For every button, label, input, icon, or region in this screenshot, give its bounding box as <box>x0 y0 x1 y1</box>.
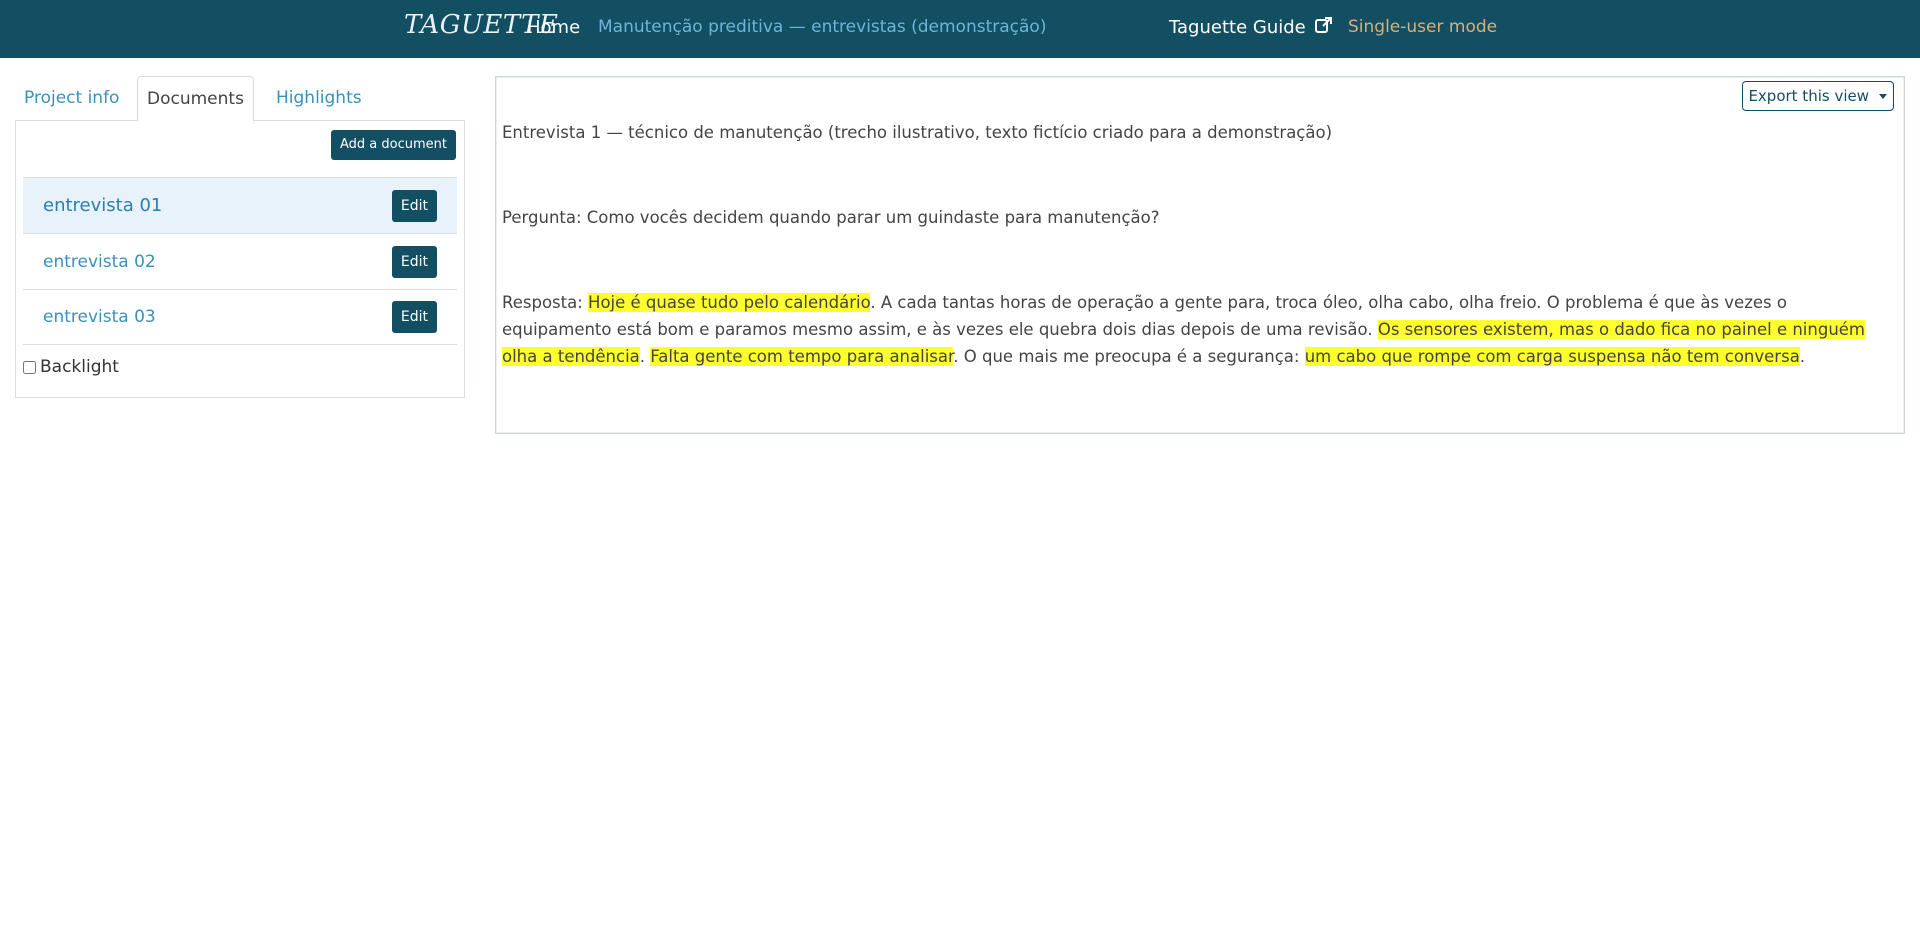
document-paragraph: Resposta: Hoje é quase tudo pelo calendá… <box>502 289 1896 370</box>
highlight[interactable]: um cabo que rompe com carga suspensa não… <box>1304 347 1800 366</box>
tab-highlights[interactable]: Highlights <box>267 76 371 121</box>
backlight-checkbox[interactable] <box>23 360 36 374</box>
export-view-label: Export this view <box>1748 87 1869 105</box>
single-user-mode-label: Single-user mode <box>1348 17 1498 37</box>
highlight[interactable]: Hoje é quase tudo pelo calendário <box>588 293 871 312</box>
text-segment: . <box>639 347 651 366</box>
list-item[interactable]: entrevista 03 Edit <box>23 289 457 345</box>
tab-project-info[interactable]: Project info <box>15 76 128 121</box>
nav-guide-link[interactable]: Taguette Guide <box>1169 17 1333 38</box>
text-segment: . <box>1799 347 1806 366</box>
nav-home-link[interactable]: Home <box>527 17 580 38</box>
text-segment: . O que mais me preocupa é a segurança: <box>953 347 1305 366</box>
document-content[interactable]: Entrevista 1 — técnico de manutenção (tr… <box>502 119 1896 370</box>
edit-document-button[interactable]: Edit <box>391 189 437 222</box>
top-navbar: TAGUETTE Home Manutenção preditiva — ent… <box>0 0 1920 58</box>
document-paragraph: Pergunta: Como vocês decidem quando para… <box>502 208 1160 227</box>
list-item[interactable]: entrevista 01 Edit <box>23 177 457 233</box>
backlight-label: Backlight <box>40 357 119 377</box>
document-name[interactable]: entrevista 02 <box>43 252 156 272</box>
highlight[interactable]: Falta gente com tempo para analisar <box>650 347 954 366</box>
edit-document-button[interactable]: Edit <box>391 245 437 278</box>
document-list: entrevista 01 Edit entrevista 02 Edit en… <box>23 177 457 345</box>
list-item[interactable]: entrevista 02 Edit <box>23 233 457 289</box>
document-view: Export this view Entrevista 1 — técnico … <box>495 76 1905 434</box>
tab-documents[interactable]: Documents <box>137 76 254 122</box>
document-name[interactable]: entrevista 03 <box>43 307 156 327</box>
nav-project-link[interactable]: Manutenção preditiva — entrevistas (demo… <box>598 17 1046 37</box>
caret-down-icon <box>1879 94 1887 99</box>
document-name[interactable]: entrevista 01 <box>43 195 162 216</box>
backlight-toggle[interactable]: Backlight <box>23 357 119 377</box>
document-paragraph: Entrevista 1 — técnico de manutenção (tr… <box>502 123 1333 142</box>
text-segment: Resposta: <box>502 293 589 312</box>
documents-panel: Add a document entrevista 01 Edit entrev… <box>15 120 465 398</box>
edit-document-button[interactable]: Edit <box>391 301 437 333</box>
export-view-dropdown[interactable]: Export this view <box>1742 81 1894 111</box>
nav-guide-label: Taguette Guide <box>1169 17 1306 38</box>
add-document-button[interactable]: Add a document <box>331 130 456 160</box>
left-tabs: Project info Documents Highlights <box>15 76 465 122</box>
external-link-icon <box>1315 17 1333 38</box>
